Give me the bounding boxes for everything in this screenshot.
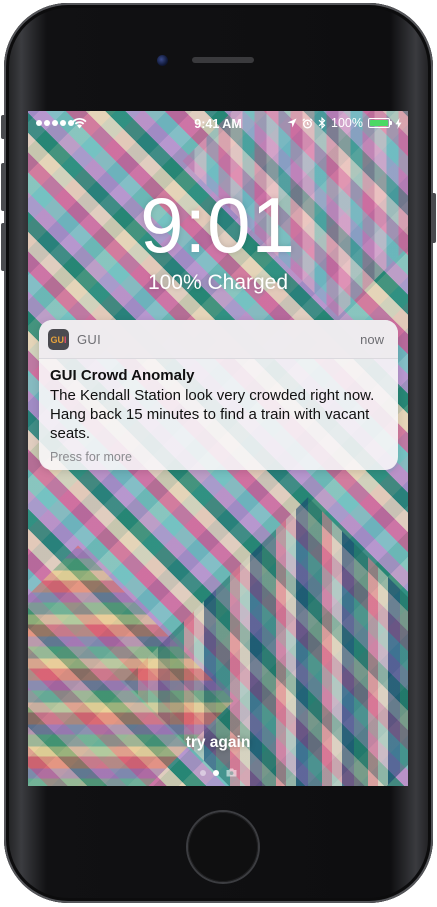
volume-down-button[interactable] xyxy=(1,223,6,271)
page-indicator xyxy=(28,768,408,777)
volume-up-button[interactable] xyxy=(1,163,6,211)
charge-status: 100% Charged xyxy=(147,271,289,294)
notification-message: The Kendall Station look very crowded ri… xyxy=(50,387,375,442)
earpiece-speaker xyxy=(192,57,254,63)
notification-title: GUI Crowd Anomaly xyxy=(50,367,195,384)
charging-icon xyxy=(395,117,402,129)
page-dot[interactable] xyxy=(199,769,206,776)
mute-switch[interactable] xyxy=(1,115,6,139)
battery-percent: 100% xyxy=(331,116,363,130)
notification-header: GUI GUI now xyxy=(39,320,398,359)
power-button[interactable] xyxy=(431,193,436,243)
notification-card[interactable]: GUI GUI now GUI Crowd Anomaly The Kendal… xyxy=(39,320,398,470)
unlock-hint: try again xyxy=(185,734,251,751)
front-camera xyxy=(157,55,168,66)
notification-app-name: GUI xyxy=(77,332,102,347)
page-dot-active[interactable] xyxy=(212,769,219,776)
home-button[interactable] xyxy=(188,812,258,882)
alarm-icon xyxy=(302,117,313,128)
notification-time: now xyxy=(360,332,384,347)
battery-icon xyxy=(368,118,392,128)
battery-level xyxy=(370,120,388,126)
notification-body: GUI Crowd Anomaly The Kendall Station lo… xyxy=(39,359,398,464)
location-icon xyxy=(287,118,297,128)
bluetooth-icon xyxy=(318,117,326,129)
app-icon: GUI xyxy=(48,329,69,350)
status-bar: 9:41 AM 100% xyxy=(28,113,408,135)
notification-hint: Press for more xyxy=(50,450,132,464)
camera-icon[interactable] xyxy=(226,768,237,777)
lock-screen-time: 9:01 xyxy=(140,181,296,269)
